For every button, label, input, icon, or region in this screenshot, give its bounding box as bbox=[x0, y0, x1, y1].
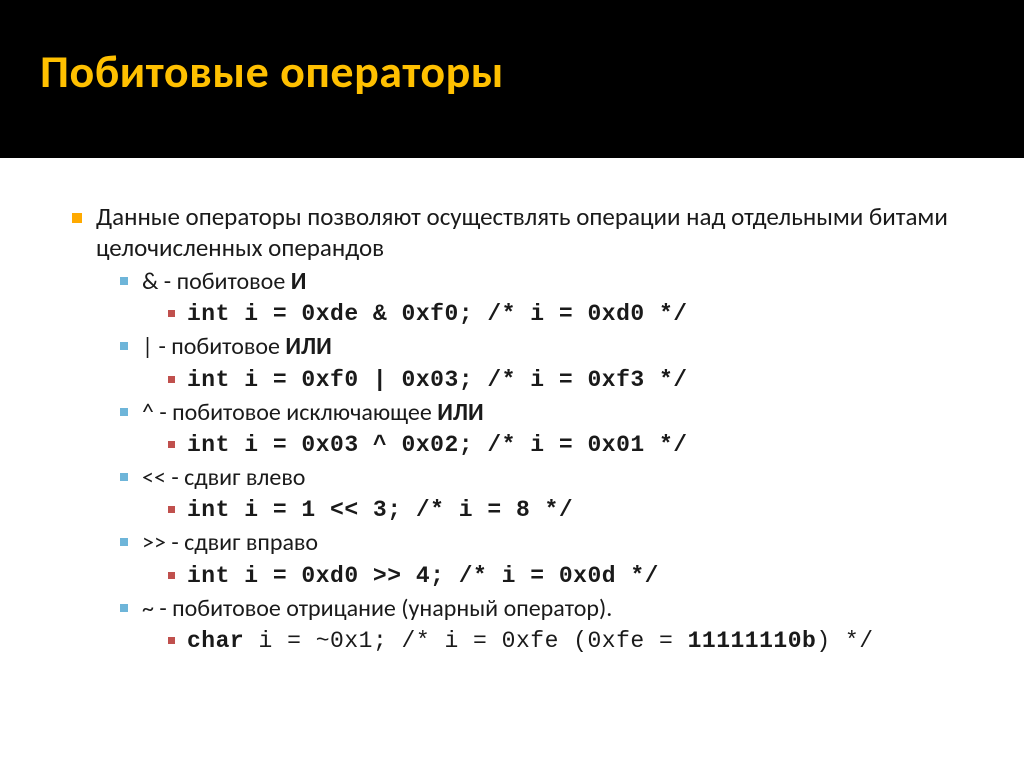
op-code: int i = 0x03 ^ 0x02; /* i = 0x01 */ bbox=[168, 431, 976, 459]
op-bold: ИЛИ bbox=[285, 332, 331, 361]
code-rest: i = ~0x1; /* i = 0xfe (0xfe = bbox=[244, 628, 687, 654]
code-line: int i = 0xd0 >> 4; /* i = 0x0d */ bbox=[187, 562, 976, 590]
op-symbol: | bbox=[142, 332, 153, 361]
op-desc: >> - сдвиг вправо bbox=[120, 528, 976, 557]
op-prefix: - побитовое bbox=[153, 332, 285, 361]
code-line: int i = 1 << 3; /* i = 8 */ bbox=[187, 496, 976, 524]
op-desc-text: ~ - побитовое отрицание (унарный операто… bbox=[142, 594, 976, 623]
op-desc: & - побитовое И bbox=[120, 267, 976, 296]
square-bullet-icon bbox=[168, 441, 175, 448]
op-symbol: ~ bbox=[142, 594, 154, 623]
op-desc: ^ - побитовое исключающее ИЛИ bbox=[120, 398, 976, 427]
op-symbol: ^ bbox=[142, 398, 154, 427]
op-prefix: - сдвиг влево bbox=[166, 463, 306, 492]
code-tail: ) */ bbox=[816, 628, 873, 654]
code-bold: 11111110b bbox=[688, 628, 817, 654]
op-prefix: - сдвиг вправо bbox=[166, 528, 318, 557]
op-desc: ~ - побитовое отрицание (унарный операто… bbox=[120, 594, 976, 623]
intro-text: Данные операторы позволяют осуществлять … bbox=[96, 202, 976, 263]
square-bullet-icon bbox=[168, 572, 175, 579]
square-bullet-icon bbox=[168, 506, 175, 513]
square-bullet-icon bbox=[72, 213, 82, 223]
square-bullet-icon bbox=[120, 342, 128, 350]
code-line: int i = 0x03 ^ 0x02; /* i = 0x01 */ bbox=[187, 431, 976, 459]
op-desc: << - сдвиг влево bbox=[120, 463, 976, 492]
title-bar: Побитовые операторы bbox=[0, 0, 1024, 158]
code-line: int i = 0xf0 | 0x03; /* i = 0xf3 */ bbox=[187, 366, 976, 394]
square-bullet-icon bbox=[120, 473, 128, 481]
op-desc-text: ^ - побитовое исключающее ИЛИ bbox=[142, 398, 976, 427]
op-code: int i = 0xde & 0xf0; /* i = 0xd0 */ bbox=[168, 300, 976, 328]
op-symbol: << bbox=[142, 463, 166, 492]
op-code: int i = 1 << 3; /* i = 8 */ bbox=[168, 496, 976, 524]
op-code: int i = 0xd0 >> 4; /* i = 0x0d */ bbox=[168, 562, 976, 590]
square-bullet-icon bbox=[120, 408, 128, 416]
op-desc-text: & - побитовое И bbox=[142, 267, 976, 296]
op-desc-text: | - побитовое ИЛИ bbox=[142, 332, 976, 361]
op-prefix: - побитовое bbox=[158, 267, 290, 296]
square-bullet-icon bbox=[120, 277, 128, 285]
square-bullet-icon bbox=[168, 637, 175, 644]
op-code: int i = 0xf0 | 0x03; /* i = 0xf3 */ bbox=[168, 366, 976, 394]
op-symbol: >> bbox=[142, 528, 166, 557]
op-prefix: - побитовое исключающее bbox=[154, 398, 437, 427]
op-prefix: - побитовое отрицание (унарный оператор)… bbox=[154, 594, 612, 623]
op-symbol: & bbox=[142, 267, 158, 296]
square-bullet-icon bbox=[120, 604, 128, 612]
op-code: char i = ~0x1; /* i = 0xfe (0xfe = 11111… bbox=[168, 627, 976, 655]
intro-item: Данные операторы позволяют осуществлять … bbox=[72, 202, 976, 263]
code-line: char i = ~0x1; /* i = 0xfe (0xfe = 11111… bbox=[187, 627, 976, 655]
op-desc-text: << - сдвиг влево bbox=[142, 463, 976, 492]
slide-content: Данные операторы позволяют осуществлять … bbox=[0, 158, 1024, 767]
square-bullet-icon bbox=[168, 310, 175, 317]
slide: Побитовые операторы Данные операторы поз… bbox=[0, 0, 1024, 767]
code-keyword: char bbox=[187, 628, 244, 654]
op-desc-text: >> - сдвиг вправо bbox=[142, 528, 976, 557]
square-bullet-icon bbox=[120, 538, 128, 546]
op-desc: | - побитовое ИЛИ bbox=[120, 332, 976, 361]
square-bullet-icon bbox=[168, 376, 175, 383]
code-line: int i = 0xde & 0xf0; /* i = 0xd0 */ bbox=[187, 300, 976, 328]
slide-title: Побитовые операторы bbox=[40, 44, 504, 100]
op-bold: И bbox=[291, 267, 307, 296]
op-bold: ИЛИ bbox=[437, 398, 483, 427]
